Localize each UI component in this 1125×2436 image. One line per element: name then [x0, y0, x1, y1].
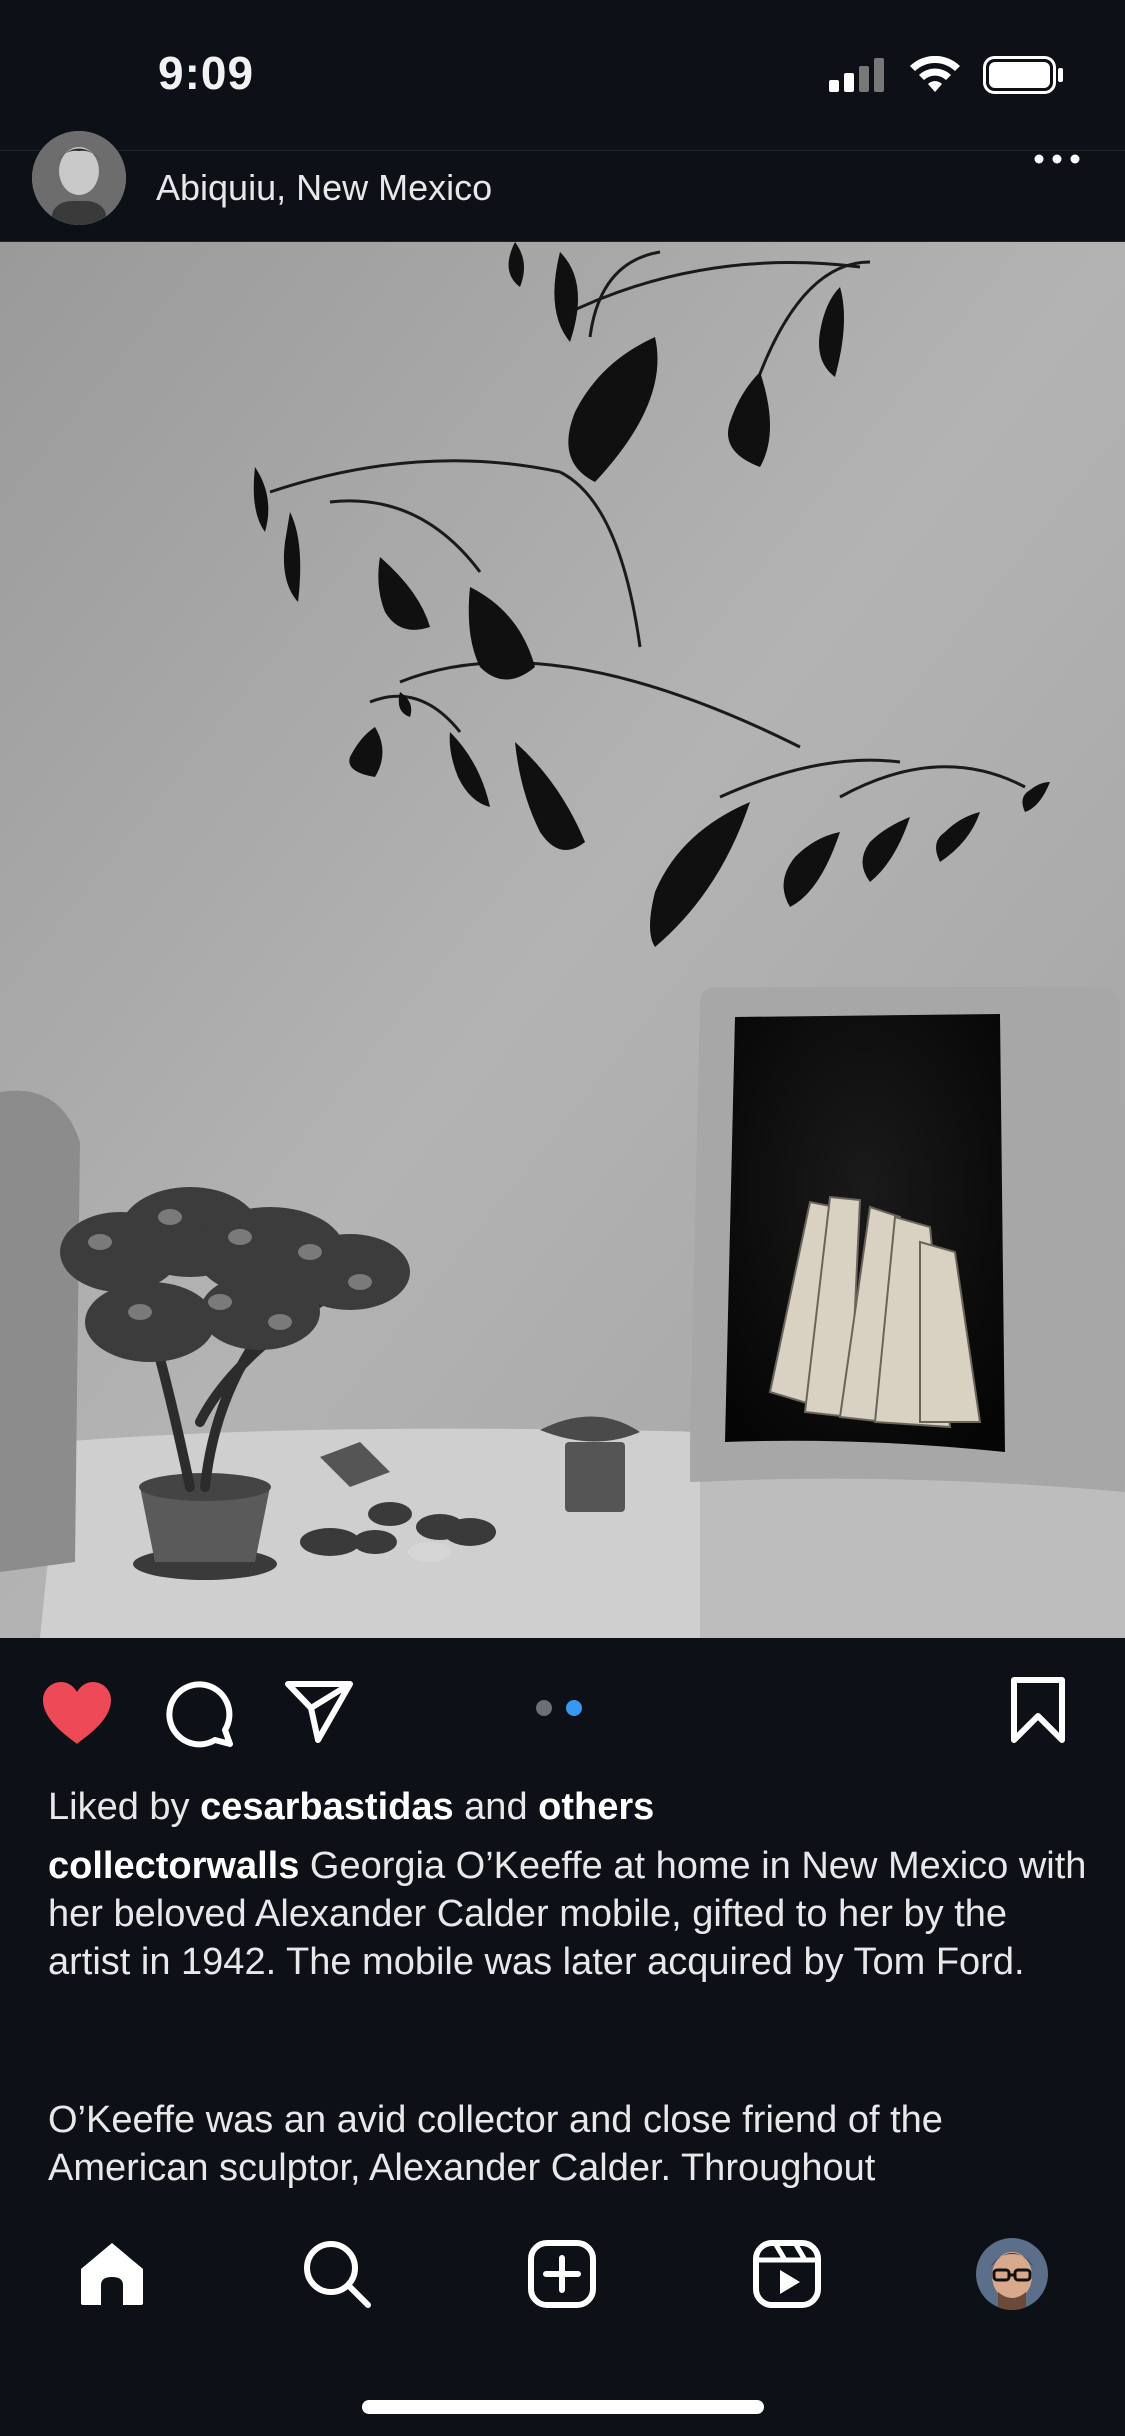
- likes-summary[interactable]: Liked by cesarbastidas and others: [48, 1786, 654, 1829]
- post-caption: collectorwalls Georgia O’Keeffe at home …: [48, 1842, 1088, 1986]
- liked-by-user[interactable]: cesarbastidas: [200, 1786, 454, 1828]
- likes-prefix: Liked by: [48, 1786, 190, 1828]
- profile-avatar-image: [976, 2238, 1048, 2310]
- bookmark-icon[interactable]: [1010, 1676, 1066, 1744]
- post-header: Abiquiu, New Mexico: [0, 131, 1125, 242]
- status-icons: [829, 56, 1065, 94]
- caption-username[interactable]: collectorwalls: [48, 1845, 299, 1887]
- carousel-dot-2-active: [566, 1700, 582, 1716]
- send-icon[interactable]: [284, 1678, 354, 1744]
- avatar-image: [32, 131, 126, 225]
- tab-reels[interactable]: [747, 2234, 827, 2314]
- post-actions: [0, 1670, 1125, 1760]
- tab-create[interactable]: [522, 2234, 602, 2314]
- likes-others[interactable]: others: [538, 1786, 654, 1828]
- photo-illustration: [0, 242, 1125, 1638]
- more-horizontal-icon[interactable]: [1029, 151, 1089, 181]
- battery-icon: [983, 56, 1063, 94]
- status-time: 9:09: [158, 47, 255, 99]
- tab-search[interactable]: [297, 2234, 377, 2314]
- comment-icon[interactable]: [164, 1678, 234, 1748]
- carousel-dot-1: [536, 1700, 552, 1716]
- likes-conjunction: and: [464, 1786, 528, 1828]
- profile-avatar: [976, 2238, 1048, 2310]
- wifi-icon: [910, 56, 960, 92]
- post-location[interactable]: Abiquiu, New Mexico: [156, 167, 492, 209]
- heart-filled-icon[interactable]: [40, 1680, 114, 1746]
- search-icon: [304, 2241, 371, 2308]
- tab-home[interactable]: [72, 2234, 152, 2314]
- cellular-signal-icon: [829, 58, 884, 92]
- create-post-icon: [528, 2240, 596, 2308]
- home-indicator[interactable]: [362, 2400, 764, 2414]
- caption-paragraph-2: O’Keeffe was an avid collector and close…: [48, 2099, 943, 2189]
- status-bar: 9:09: [0, 0, 1125, 150]
- author-avatar[interactable]: [32, 131, 126, 225]
- post-image[interactable]: [0, 242, 1125, 1638]
- reels-icon: [753, 2240, 821, 2308]
- home-icon: [81, 2243, 143, 2305]
- carousel-indicator: [536, 1700, 582, 1716]
- tab-profile[interactable]: [972, 2234, 1052, 2314]
